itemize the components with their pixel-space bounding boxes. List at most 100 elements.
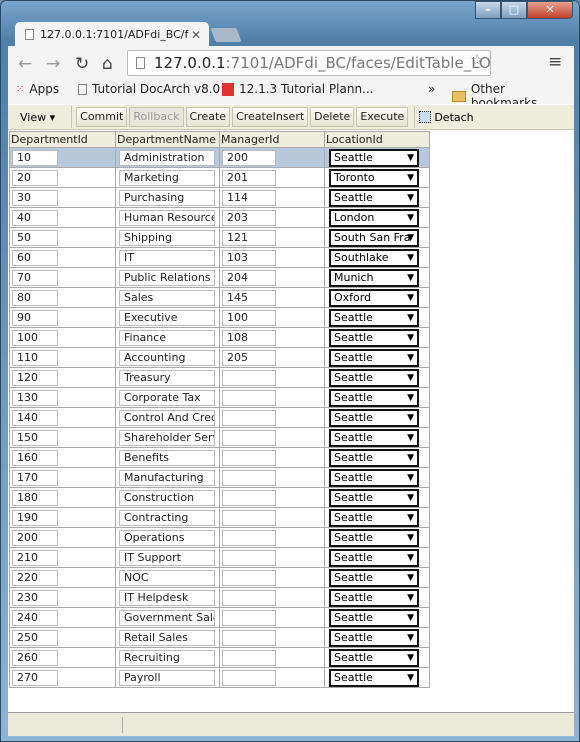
manager-id-input[interactable] (222, 629, 276, 646)
table-row[interactable]: 180 Construction Seattle ▼ (9, 487, 430, 508)
department-name-input[interactable]: Government Sales (119, 609, 215, 626)
department-id-input[interactable]: 60 (12, 249, 58, 266)
department-id-input[interactable]: 180 (12, 489, 58, 506)
create-button[interactable]: Create (185, 107, 231, 127)
department-name-input[interactable]: Treasury (119, 369, 215, 386)
manager-id-input[interactable]: 205 (222, 349, 276, 366)
bookmark-apps[interactable]: ⁙ Apps (16, 82, 59, 96)
manager-id-input[interactable] (222, 389, 276, 406)
manager-id-input[interactable]: 103 (222, 249, 276, 266)
department-name-input[interactable]: NOC (119, 569, 215, 586)
department-name-input[interactable]: Benefits (119, 449, 215, 466)
table-row[interactable]: 80 Sales 145 Oxford ▼ (9, 287, 430, 308)
table-row[interactable]: 50 Shipping 121 South San Fra ▼ (9, 227, 430, 248)
manager-id-input[interactable] (222, 569, 276, 586)
manager-id-input[interactable]: 145 (222, 289, 276, 306)
table-row[interactable]: 110 Accounting 205 Seattle ▼ (9, 347, 430, 368)
create-insert-button[interactable]: CreateInsert (232, 107, 309, 127)
column-header-department-name[interactable]: DepartmentName (115, 131, 220, 148)
department-id-input[interactable]: 150 (12, 429, 58, 446)
manager-id-input[interactable] (222, 409, 276, 426)
table-row[interactable]: 220 NOC Seattle ▼ (9, 567, 430, 588)
manager-id-input[interactable] (222, 549, 276, 566)
bookmarks-overflow[interactable]: » (428, 82, 435, 96)
menu-icon[interactable]: ≡ (548, 52, 562, 72)
manager-id-input[interactable] (222, 489, 276, 506)
column-header-location-id[interactable]: LocationId (324, 131, 430, 148)
manager-id-input[interactable] (222, 589, 276, 606)
manager-id-input[interactable] (222, 509, 276, 526)
reload-icon[interactable]: ↻ (75, 54, 89, 74)
forward-icon[interactable]: → (46, 54, 60, 74)
detach-button[interactable]: Detach (419, 111, 474, 124)
table-row[interactable]: 100 Finance 108 Seattle ▼ (9, 327, 430, 348)
department-name-input[interactable]: Manufacturing (119, 469, 215, 486)
new-tab-button[interactable] (210, 28, 242, 42)
location-select[interactable]: Seattle ▼ (329, 468, 419, 487)
commit-button[interactable]: Commit (76, 107, 128, 127)
department-id-input[interactable]: 100 (12, 329, 58, 346)
department-name-input[interactable]: Corporate Tax (119, 389, 215, 406)
address-bar[interactable]: 127.0.0.1:7101/ADFdi_BC/faces/EditTable_… (127, 50, 491, 76)
department-name-input[interactable]: Marketing (119, 169, 215, 186)
location-select[interactable]: Southlake ▼ (329, 248, 419, 267)
table-row[interactable]: 60 IT 103 Southlake ▼ (9, 247, 430, 268)
table-row[interactable]: 140 Control And Credit Seattle ▼ (9, 407, 430, 428)
close-window-button[interactable]: ✕ (527, 1, 573, 19)
table-row[interactable]: 10 Administration 200 Seattle ▼ (9, 147, 430, 168)
department-name-input[interactable]: Finance (119, 329, 215, 346)
table-row[interactable]: 250 Retail Sales Seattle ▼ (9, 627, 430, 648)
department-id-input[interactable]: 50 (12, 229, 58, 246)
manager-id-input[interactable] (222, 369, 276, 386)
location-select[interactable]: Seattle ▼ (329, 368, 419, 387)
manager-id-input[interactable] (222, 469, 276, 486)
execute-button[interactable]: Execute (356, 107, 409, 127)
table-row[interactable]: 40 Human Resources 203 London ▼ (9, 207, 430, 228)
department-name-input[interactable]: Payroll (119, 669, 215, 686)
department-id-input[interactable]: 30 (12, 189, 58, 206)
location-select[interactable]: Toronto ▼ (329, 168, 419, 187)
location-select[interactable]: Seattle ▼ (329, 608, 419, 627)
delete-button[interactable]: Delete (310, 107, 355, 127)
location-select[interactable]: Seattle ▼ (329, 628, 419, 647)
department-id-input[interactable]: 140 (12, 409, 58, 426)
department-name-input[interactable]: Retail Sales (119, 629, 215, 646)
department-name-input[interactable]: Operations (119, 529, 215, 546)
bookmark-tutorial-plan[interactable]: 12.1.3 Tutorial Plann... (222, 82, 374, 96)
column-header-department-id[interactable]: DepartmentId (9, 131, 116, 148)
location-select[interactable]: London ▼ (329, 208, 419, 227)
department-name-input[interactable]: Control And Credit (119, 409, 215, 426)
bookmark-docarch[interactable]: Tutorial DocArch v8.0 (78, 82, 220, 96)
location-select[interactable]: Seattle ▼ (329, 588, 419, 607)
manager-id-input[interactable] (222, 609, 276, 626)
department-name-input[interactable]: Sales (119, 289, 215, 306)
department-id-input[interactable]: 200 (12, 529, 58, 546)
location-select[interactable]: Munich ▼ (329, 268, 419, 287)
location-select[interactable]: Seattle ▼ (329, 388, 419, 407)
department-name-input[interactable]: Public Relations (119, 269, 215, 286)
location-select[interactable]: Seattle ▼ (329, 328, 419, 347)
manager-id-input[interactable] (222, 649, 276, 666)
table-row[interactable]: 20 Marketing 201 Toronto ▼ (9, 167, 430, 188)
department-id-input[interactable]: 70 (12, 269, 58, 286)
location-select[interactable]: Seattle ▼ (329, 428, 419, 447)
manager-id-input[interactable]: 204 (222, 269, 276, 286)
column-header-manager-id[interactable]: ManagerId (219, 131, 325, 148)
department-id-input[interactable]: 40 (12, 209, 58, 226)
browser-tab[interactable]: 127.0.0.1:7101/ADFdi_BC/f ✕ (15, 22, 209, 47)
department-name-input[interactable]: Construction (119, 489, 215, 506)
location-select[interactable]: South San Fra ▼ (329, 228, 419, 247)
table-row[interactable]: 30 Purchasing 114 Seattle ▼ (9, 187, 430, 208)
manager-id-input[interactable]: 200 (222, 149, 276, 166)
department-name-input[interactable]: IT Support (119, 549, 215, 566)
bookmark-star-icon[interactable]: ☆ (470, 50, 484, 69)
maximize-button[interactable]: □ (501, 1, 527, 19)
location-select[interactable]: Seattle ▼ (329, 408, 419, 427)
location-select[interactable]: Seattle ▼ (329, 528, 419, 547)
department-id-input[interactable]: 120 (12, 369, 58, 386)
location-select[interactable]: Seattle ▼ (329, 148, 419, 167)
location-select[interactable]: Seattle ▼ (329, 548, 419, 567)
department-id-input[interactable]: 20 (12, 169, 58, 186)
table-row[interactable]: 260 Recruiting Seattle ▼ (9, 647, 430, 668)
department-name-input[interactable]: Shipping (119, 229, 215, 246)
